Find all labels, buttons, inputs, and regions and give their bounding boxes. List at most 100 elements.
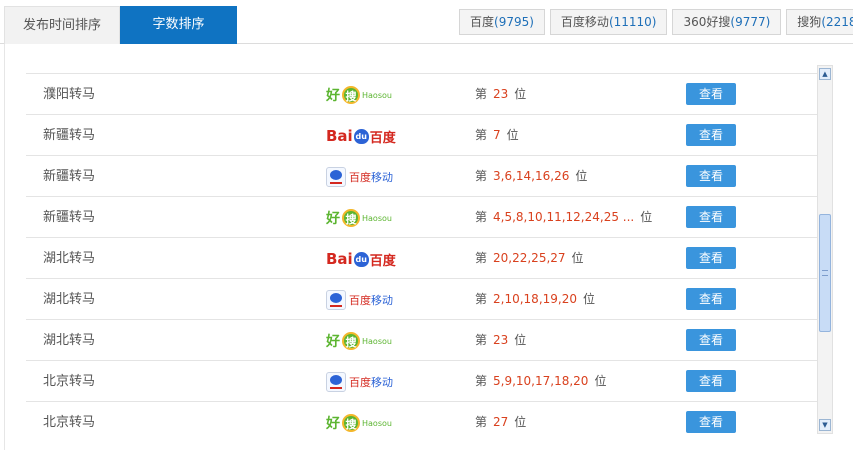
- haosou-logo-icon: 好搜 Haosou: [326, 208, 392, 228]
- view-button[interactable]: 查看: [686, 370, 736, 392]
- engine-logo-baidu: Bai du 百度: [326, 124, 396, 148]
- engine-name: 360好搜: [683, 15, 731, 29]
- baidu-bai-text: Bai: [326, 127, 353, 145]
- haosou-latin-text: Haosou: [362, 418, 392, 428]
- baidu-mobile-app-icon: [326, 290, 346, 310]
- view-button[interactable]: 查看: [686, 83, 736, 105]
- haosou-latin-text: Haosou: [362, 90, 392, 100]
- haosou-sou-text: 搜: [342, 332, 360, 350]
- view-button[interactable]: 查看: [686, 206, 736, 228]
- ranking-row: 新疆转马 Bai du 百度 第7位 查看: [26, 114, 817, 155]
- haosou-hao-text: 好: [326, 88, 340, 104]
- haosou-sou-text: 搜: [342, 209, 360, 227]
- engine-logo-haosou: 好搜 Haosou: [326, 83, 392, 107]
- haosou-sou-text: 搜: [342, 86, 360, 104]
- keyword-label: 北京转马: [43, 415, 96, 430]
- view-button[interactable]: 查看: [686, 247, 736, 269]
- rank-info: 第 2,10,18,19,20 位: [475, 279, 595, 320]
- sort-tab-bar: 发布时间排序 字数排序 百度(9795) 百度移动(11110) 360好搜(9…: [0, 0, 853, 44]
- keyword-label: 湖北转马: [43, 292, 96, 307]
- haosou-latin-text: Haosou: [362, 213, 392, 223]
- engine-count: (11110): [608, 15, 657, 29]
- keyword-label: 濮阳转马: [43, 87, 96, 102]
- baidu-zh-text: 百度: [369, 253, 396, 269]
- rank-info: 第7位: [475, 115, 519, 156]
- tab-publish-time-sort[interactable]: 发布时间排序: [4, 6, 120, 44]
- rank-positions: 2,10,18,19,20: [493, 292, 577, 306]
- ranking-row: 濮阳转马 好搜 Haosou 第 23 位 查看: [26, 73, 817, 114]
- view-button[interactable]: 查看: [686, 411, 736, 433]
- baidu-mobile-logo-icon: 百度 移动: [326, 372, 393, 392]
- rank-positions: 5,9,10,17,18,20: [493, 374, 589, 388]
- scroll-down-icon[interactable]: ▼: [819, 419, 831, 431]
- engine-logo-baidu-mobile: 百度 移动: [326, 370, 393, 394]
- engine-button-360-haosou[interactable]: 360好搜(9777): [672, 9, 782, 35]
- engine-name: 搜狗: [797, 15, 822, 29]
- ranking-list-panel: 濮阳转马 好搜 Haosou 第 23 位 查看 新疆转马 Bai du 百度 第7位 查…: [4, 44, 853, 450]
- scroll-up-icon[interactable]: ▲: [819, 68, 831, 80]
- keyword-label: 湖北转马: [43, 333, 96, 348]
- engine-filter-group: 百度(9795) 百度移动(11110) 360好搜(9777) 搜狗(2218…: [459, 9, 853, 35]
- baidu-mobile-mobile-text: 移动: [371, 294, 393, 307]
- baidu-logo-icon: Bai du 百度: [326, 250, 396, 269]
- engine-button-baidu-mobile[interactable]: 百度移动(11110): [549, 9, 668, 35]
- rank-prefix: 第: [475, 415, 488, 429]
- ranking-row: 湖北转马 好搜 Haosou 第 23 位 查看: [26, 319, 817, 360]
- engine-button-sogou[interactable]: 搜狗(2218): [786, 9, 853, 35]
- rank-positions: 4,5,8,10,11,12,24,25 ...: [493, 210, 635, 224]
- keyword-label: 新疆转马: [43, 169, 96, 184]
- ranking-list: 濮阳转马 好搜 Haosou 第 23 位 查看 新疆转马 Bai du 百度 第7位 查…: [26, 73, 817, 442]
- baidu-zh-text: 百度: [369, 130, 396, 146]
- view-button[interactable]: 查看: [686, 124, 736, 146]
- grip-icon: [822, 270, 828, 276]
- rank-positions: 27: [493, 415, 509, 429]
- haosou-hao-text: 好: [326, 416, 340, 432]
- haosou-logo-icon: 好搜 Haosou: [326, 331, 392, 351]
- engine-logo-baidu-mobile: 百度 移动: [326, 165, 393, 189]
- ranking-row: 湖北转马 Bai du 百度 第 20,22,25,27 位 查看: [26, 237, 817, 278]
- haosou-hao-text: 好: [326, 211, 340, 227]
- rank-positions: 3,6,14,16,26: [493, 169, 570, 183]
- engine-logo-haosou: 好搜 Haosou: [326, 411, 392, 435]
- baidu-paw-icon: du: [353, 251, 369, 267]
- engine-logo-haosou: 好搜 Haosou: [326, 329, 392, 353]
- baidu-mobile-baidu-text: 百度: [349, 294, 371, 307]
- baidu-mobile-app-icon: [326, 167, 346, 187]
- baidu-logo-icon: Bai du 百度: [326, 127, 396, 146]
- ranking-row: 湖北转马 百度 移动 第 2,10,18,19,20 位 查看: [26, 278, 817, 319]
- engine-count: (9795): [494, 15, 534, 29]
- engine-name: 百度: [470, 15, 495, 29]
- ranking-row: 北京转马 百度 移动 第 5,9,10,17,18,20 位 查看: [26, 360, 817, 401]
- rank-info: 第 23 位: [475, 320, 526, 361]
- rank-info: 第 20,22,25,27 位: [475, 238, 584, 279]
- haosou-sou-text: 搜: [342, 414, 360, 432]
- rank-prefix: 第: [475, 333, 488, 347]
- view-button[interactable]: 查看: [686, 165, 736, 187]
- rank-info: 第 3,6,14,16,26 位: [475, 156, 587, 197]
- view-button[interactable]: 查看: [686, 288, 736, 310]
- baidu-mobile-mobile-text: 移动: [371, 376, 393, 389]
- keyword-label: 新疆转马: [43, 128, 96, 143]
- keyword-label: 北京转马: [43, 374, 96, 389]
- haosou-logo-icon: 好搜 Haosou: [326, 413, 392, 433]
- rank-positions: 7: [493, 128, 501, 142]
- view-button[interactable]: 查看: [686, 329, 736, 351]
- rank-prefix: 第: [475, 292, 488, 306]
- rank-info: 第 23 位: [475, 74, 526, 115]
- baidu-mobile-mobile-text: 移动: [371, 171, 393, 184]
- scrollbar-thumb[interactable]: [819, 214, 831, 332]
- rank-suffix: 位: [583, 292, 596, 306]
- rank-info: 第 5,9,10,17,18,20 位: [475, 361, 606, 402]
- ranking-row: 新疆转马 百度 移动 第 3,6,14,16,26 位 查看: [26, 155, 817, 196]
- baidu-paw-icon: du: [353, 128, 369, 144]
- engine-logo-baidu: Bai du 百度: [326, 247, 396, 271]
- tab-word-count-sort[interactable]: 字数排序: [120, 6, 237, 44]
- engine-count: (2218): [821, 15, 853, 29]
- rank-suffix: 位: [640, 210, 653, 224]
- rank-prefix: 第: [475, 128, 488, 142]
- keyword-label: 新疆转马: [43, 210, 96, 225]
- engine-button-baidu[interactable]: 百度(9795): [459, 9, 545, 35]
- list-scrollbar[interactable]: ▲ ▼: [817, 65, 833, 434]
- baidu-mobile-baidu-text: 百度: [349, 171, 371, 184]
- rank-suffix: 位: [571, 251, 584, 265]
